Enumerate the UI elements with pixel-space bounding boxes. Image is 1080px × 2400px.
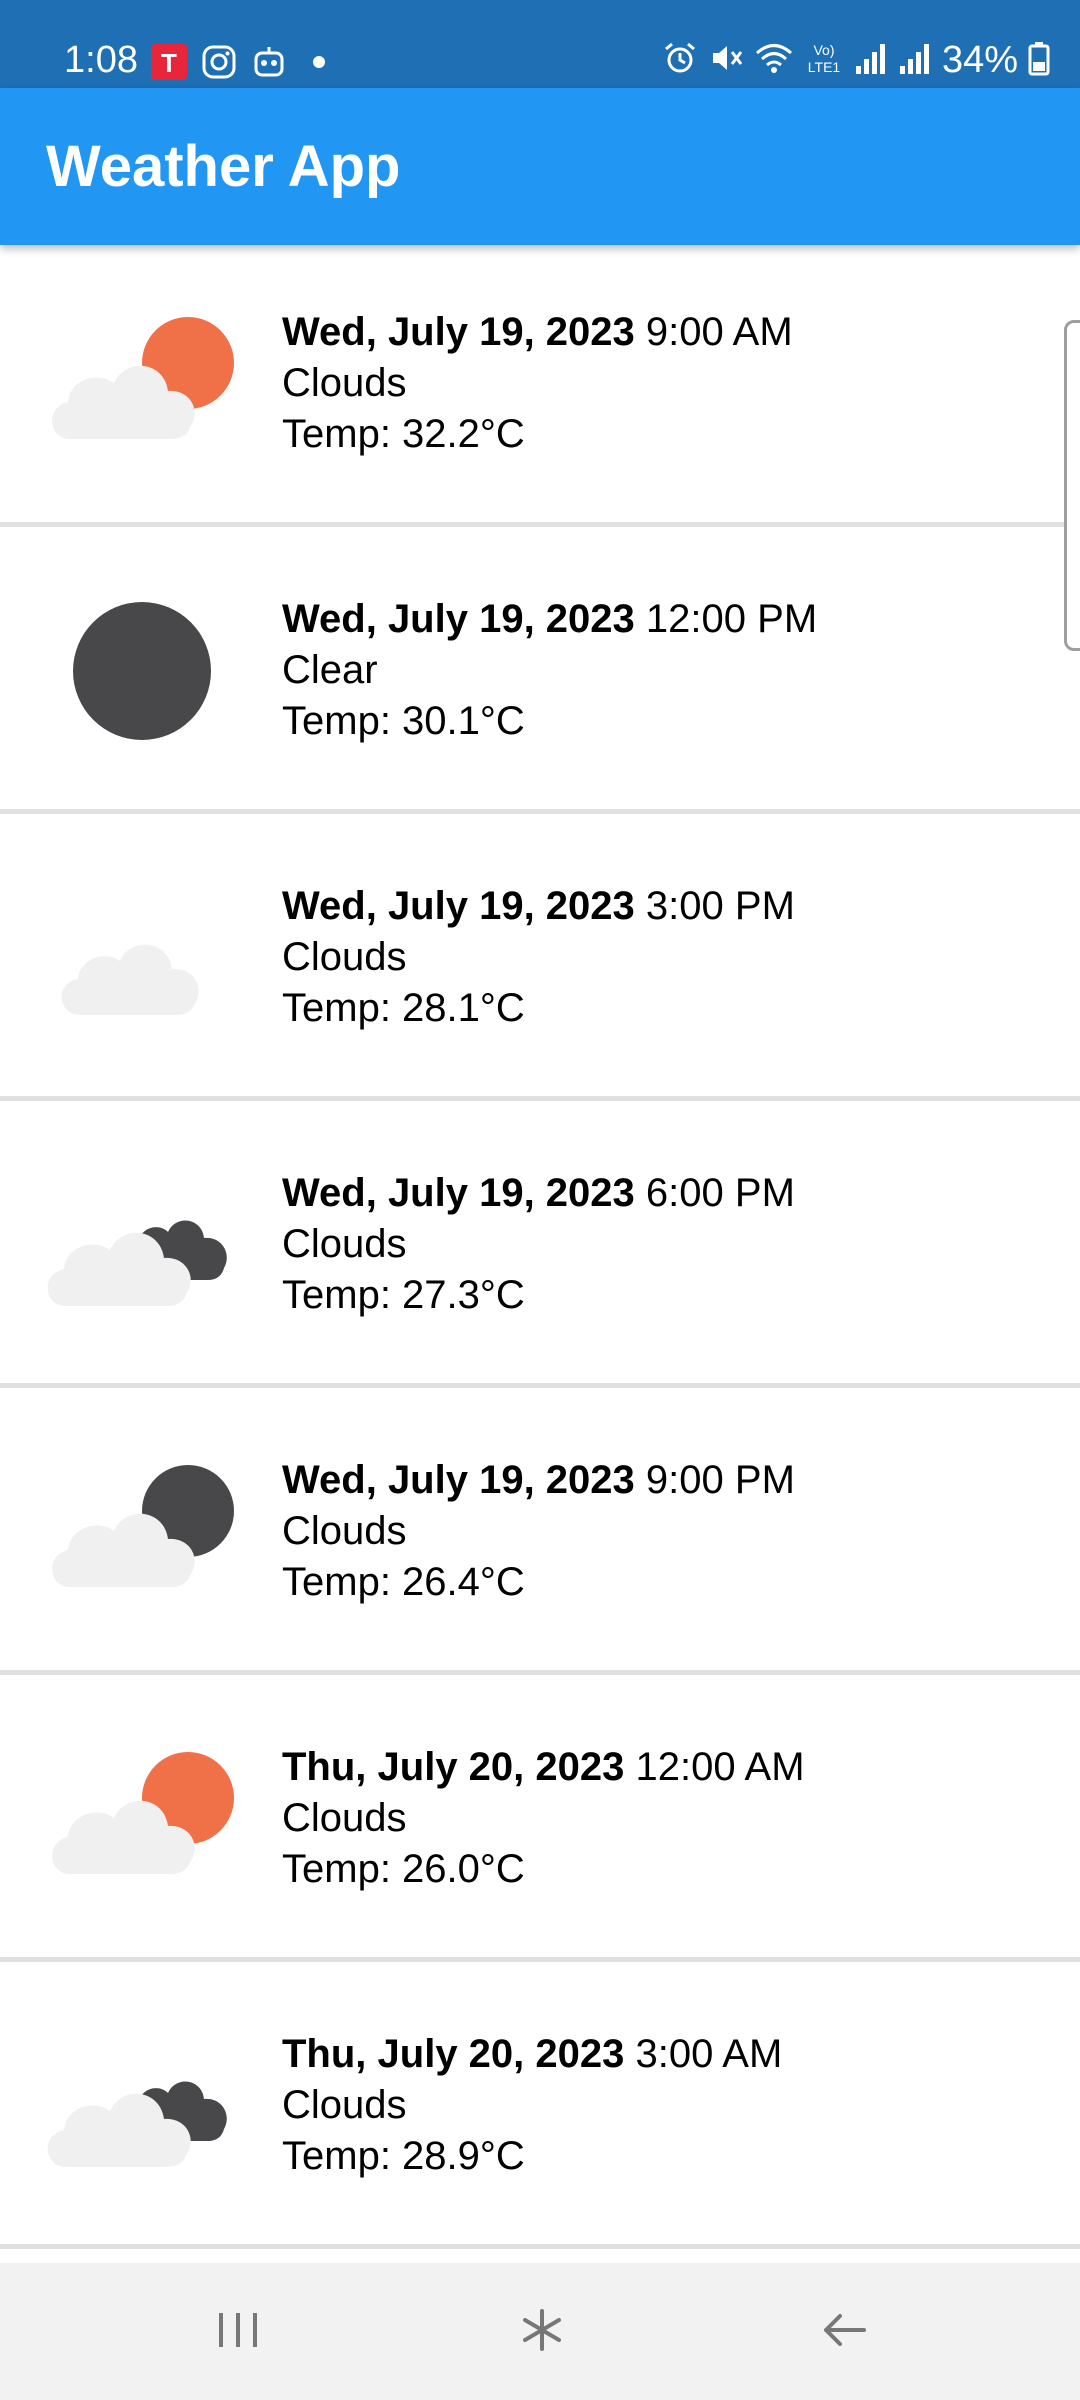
forecast-temp: Temp: 26.4°C <box>282 1560 525 1604</box>
signal-icon <box>898 40 932 81</box>
partly-cloudy-day-icon <box>52 1752 234 1874</box>
forecast-time: 3:00 AM <box>635 2032 783 2076</box>
forecast-time: 3:00 PM <box>645 884 795 928</box>
broken-clouds-icon <box>47 2081 227 2167</box>
forecast-date: Thu, July 20, 2023 <box>282 1745 625 1789</box>
forecast-row[interactable]: Wed, July 19, 2023 3:00 PM Clouds Temp: … <box>0 819 1080 1101</box>
status-bar: 1:08 T Vo) LTE1 34% <box>0 0 1080 88</box>
svg-text:T: T <box>161 48 177 78</box>
divider <box>0 1096 1080 1101</box>
divider <box>0 1383 1080 1388</box>
wifi-icon <box>754 40 794 81</box>
forecast-condition: Clouds <box>282 1509 407 1553</box>
svg-text:LTE1: LTE1 <box>808 59 841 75</box>
forecast-list[interactable]: Wed, July 19, 2023 9:00 AM Clouds Temp: … <box>0 245 1080 2263</box>
back-icon <box>824 2314 866 2346</box>
back-button[interactable] <box>804 2295 884 2365</box>
svg-text:Vo): Vo) <box>813 42 834 58</box>
forecast-condition: Clouds <box>282 361 407 405</box>
volte-icon: Vo) LTE1 <box>804 40 844 81</box>
forecast-temp: Temp: 27.3°C <box>282 1273 525 1317</box>
scrollbar-thumb[interactable] <box>1064 320 1080 651</box>
partly-cloudy-night-icon <box>52 1465 234 1587</box>
forecast-row[interactable]: Thu, July 20, 2023 3:00 AM Clouds Temp: … <box>0 1967 1080 2249</box>
app-bar: Weather App <box>0 88 1080 245</box>
forecast-date: Thu, July 20, 2023 <box>282 2032 625 2076</box>
forecast-temp: Temp: 28.9°C <box>282 2134 525 2178</box>
forecast-row[interactable]: Wed, July 19, 2023 12:00 PM Clear Temp: … <box>0 532 1080 814</box>
divider <box>0 1670 1080 1675</box>
robot-app-icon <box>250 43 288 81</box>
home-icon <box>523 2309 561 2351</box>
battery-percentage: 34% <box>941 39 1018 81</box>
mute-icon <box>708 40 744 81</box>
forecast-condition: Clouds <box>282 1796 407 1840</box>
forecast-temp: Temp: 30.1°C <box>282 699 525 743</box>
home-button[interactable] <box>502 2295 582 2365</box>
recents-button[interactable] <box>198 2295 278 2365</box>
cloud-icon <box>61 944 199 1015</box>
forecast-time: 6:00 PM <box>645 1171 795 1215</box>
forecast-temp: Temp: 32.2°C <box>282 412 525 456</box>
status-time: 1:08 <box>64 39 138 81</box>
forecast-row[interactable]: Wed, July 19, 2023 9:00 PM Clouds Temp: … <box>0 1393 1080 1675</box>
forecast-condition: Clouds <box>282 1222 407 1266</box>
alarm-icon <box>662 40 698 81</box>
divider <box>0 2244 1080 2249</box>
forecast-row[interactable]: Thu, July 20, 2023 12:00 AM Clouds Temp:… <box>0 1680 1080 1962</box>
forecast-temp: Temp: 28.1°C <box>282 986 525 1030</box>
battery-icon <box>1028 40 1050 81</box>
broken-clouds-icon <box>47 1220 227 1306</box>
forecast-date: Wed, July 19, 2023 <box>282 310 635 354</box>
partly-cloudy-day-icon <box>52 317 234 439</box>
forecast-time: 12:00 PM <box>645 597 818 641</box>
forecast-row[interactable]: Wed, July 19, 2023 9:00 AM Clouds Temp: … <box>0 245 1080 527</box>
instagram-icon <box>200 43 238 81</box>
forecast-time: 12:00 AM <box>635 1745 805 1789</box>
forecast-date: Wed, July 19, 2023 <box>282 1171 635 1215</box>
forecast-condition: Clouds <box>282 2083 407 2127</box>
forecast-condition: Clear <box>282 648 378 692</box>
forecast-time: 9:00 AM <box>645 310 793 354</box>
forecast-date: Wed, July 19, 2023 <box>282 884 635 928</box>
app-title: Weather App <box>46 134 401 199</box>
tmobile-app-icon: T <box>150 43 188 81</box>
dot-icon <box>300 43 338 81</box>
forecast-row[interactable]: Wed, July 19, 2023 6:00 PM Clouds Temp: … <box>0 1106 1080 1388</box>
divider <box>0 522 1080 527</box>
clear-night-icon <box>73 602 211 740</box>
forecast-condition: Clouds <box>282 935 407 979</box>
divider <box>0 809 1080 814</box>
forecast-date: Wed, July 19, 2023 <box>282 597 635 641</box>
recents-icon <box>219 2313 257 2347</box>
forecast-temp: Temp: 26.0°C <box>282 1847 525 1891</box>
system-nav-bar <box>0 2263 1080 2400</box>
forecast-time: 9:00 PM <box>645 1458 795 1502</box>
signal-icon <box>854 40 888 81</box>
forecast-date: Wed, July 19, 2023 <box>282 1458 635 1502</box>
divider <box>0 1957 1080 1962</box>
